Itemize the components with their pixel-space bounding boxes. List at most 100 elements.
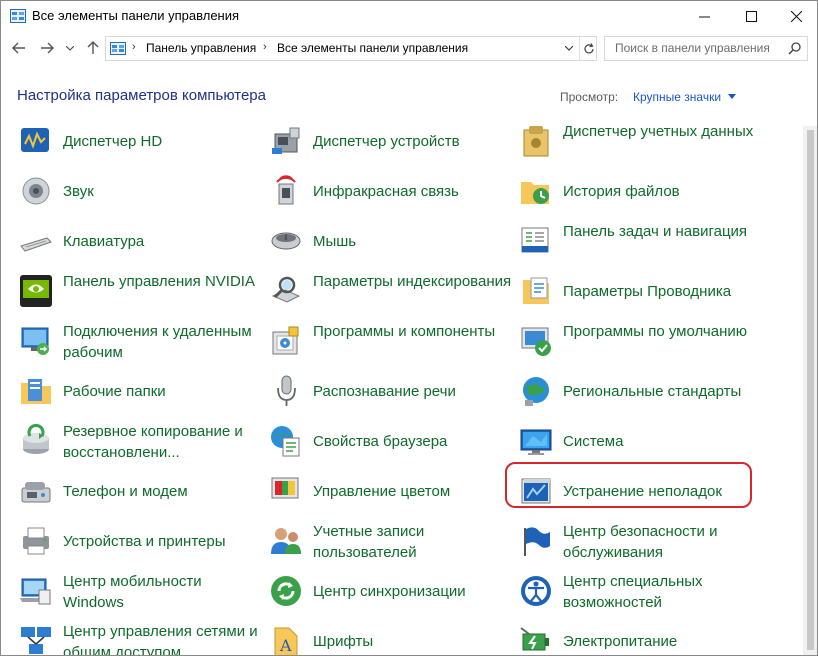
control-panel-item-label[interactable]: Распознавание речи [313,381,513,402]
refresh-button[interactable] [579,37,597,60]
credential-manager-icon [523,126,549,157]
control-panel-item-label[interactable]: Рабочие папки [63,381,263,402]
recent-locations-button[interactable] [63,37,77,59]
control-panel-item-label[interactable]: Клавиатура [63,231,263,252]
control-panel-item-label[interactable]: Региональные стандарты [563,381,763,402]
control-panel-item-label[interactable]: Резервное копирование и восстановлени... [63,421,263,463]
control-panel-item-label[interactable]: Панель управления NVIDIA [63,271,263,292]
control-panel-item[interactable]: Устройства и принтеры [19,517,259,565]
control-panel-item-label[interactable]: Система [563,431,763,452]
breadcrumb-all-items[interactable]: Все элементы панели управления [277,41,468,55]
infrared-icon [276,175,296,205]
control-panel-item[interactable]: Учетные записи пользователей [269,517,509,565]
control-panel-item-label[interactable]: Диспетчер учетных данных [563,126,763,142]
control-panel-item-label[interactable]: Диспетчер HD [63,131,263,152]
control-panel-item-label[interactable]: Параметры Проводника [563,281,763,302]
dropdown-arrow-icon[interactable] [728,94,736,99]
control-panel-item[interactable]: Инфракрасная связь [269,167,509,215]
explorer-options-icon [523,277,549,304]
fonts-icon: A [274,627,298,655]
control-panel-item[interactable]: Центр управления сетями и общим доступом [19,617,259,655]
control-panel-item-label[interactable]: Диспетчер устройств [313,131,513,152]
control-panel-item-label[interactable]: Центр безопасности и обслуживания [563,521,763,563]
system-icon [520,429,552,455]
control-panel-item[interactable]: История файлов [519,167,759,215]
control-panel-item-label[interactable]: Шрифты [313,631,513,652]
control-panel-item[interactable]: Резервное копирование и восстановлени... [19,417,259,465]
arrow-up-icon [87,41,99,54]
control-panel-item[interactable]: Панель управления NVIDIA [19,267,259,315]
maximize-button[interactable] [728,1,774,31]
mouse-icon [271,232,301,250]
control-panel-icon [10,9,26,23]
control-panel-item-label[interactable]: Устранение неполадок [563,481,763,502]
control-panel-item-label[interactable]: Мышь [313,231,513,252]
control-panel-item[interactable]: Панель задач и навигация [519,217,759,265]
programs-icon [272,326,299,355]
control-panel-item[interactable]: Клавиатура [19,217,259,265]
control-panel-item-label[interactable]: Устройства и принтеры [63,531,263,552]
breadcrumb-control-panel[interactable]: Панель управления [146,41,256,55]
troubleshooting-icon [521,478,551,504]
control-panel-item[interactable]: Программы и компоненты [269,317,509,365]
control-panel-item[interactable]: Центр безопасности и обслуживания [519,517,759,565]
control-panel-item[interactable]: Диспетчер HD [19,126,259,165]
control-panel-item-label[interactable]: Звук [63,181,263,202]
scrollbar-thumb[interactable] [807,130,814,650]
search-icon[interactable] [788,41,802,55]
control-panel-item[interactable]: Мышь [269,217,509,265]
address-history-button[interactable] [559,37,579,60]
control-panel-item[interactable]: Распознавание речи [269,367,509,415]
close-button[interactable] [773,1,817,31]
control-panel-item[interactable]: Свойства браузера [269,417,509,465]
control-panel-item[interactable]: Электропитание [519,617,759,655]
internet-options-icon [271,426,300,457]
control-panel-item[interactable]: Диспетчер устройств [269,126,509,165]
control-panel-item[interactable]: Управление цветом [269,467,509,515]
control-panel-item-label[interactable]: Инфракрасная связь [313,181,513,202]
device-manager-icon [272,127,300,154]
network-center-icon [21,627,51,654]
control-panel-item[interactable]: Устранение неполадок [519,467,759,515]
control-panel-item[interactable]: Рабочие папки [19,367,259,415]
control-panel-item-label[interactable]: Программы и компоненты [313,321,513,342]
control-panel-item[interactable]: Телефон и модем [19,467,259,515]
control-panel-item[interactable]: Звук [19,167,259,215]
vertical-scrollbar[interactable] [803,126,817,655]
control-panel-item[interactable]: A Шрифты [269,617,509,655]
control-panel-item-label[interactable]: Учетные записи пользователей [313,521,513,563]
control-panel-item[interactable]: Центр специальных возможностей [519,567,759,615]
forward-button[interactable] [37,37,57,59]
control-panel-item-label[interactable]: Центр мобильности Windows [63,571,263,613]
up-button[interactable] [83,37,103,59]
speaker-icon [22,177,50,205]
control-panel-item-label[interactable]: Параметры индексирования [313,271,513,292]
control-panel-item[interactable]: Центр мобильности Windows [19,567,259,615]
control-panel-item[interactable]: Параметры индексирования [269,267,511,315]
control-panel-item[interactable]: Программы по умолчанию [519,317,759,365]
minimize-button[interactable] [681,1,727,31]
back-button[interactable] [9,37,29,59]
control-panel-item[interactable]: Диспетчер учетных данных [519,126,759,165]
control-panel-item-label[interactable]: Программы по умолчанию [563,321,763,342]
control-panel-item-label[interactable]: Панель задач и навигация [563,221,763,242]
control-panel-item-label[interactable]: Свойства браузера [313,431,513,452]
page-title: Настройка параметров компьютера [17,87,266,104]
control-panel-item-label[interactable]: Телефон и модем [63,481,263,502]
view-mode-dropdown[interactable]: Крупные значки [633,90,721,104]
address-bar[interactable]: › Панель управления › Все элементы панел… [105,36,597,61]
control-panel-item-label[interactable]: Центр специальных возможностей [563,571,763,613]
control-panel-item-label[interactable]: Центр синхронизации [313,581,513,602]
search-box[interactable]: Поиск в панели управления [604,36,808,61]
control-panel-item[interactable]: Региональные стандарты [519,367,759,415]
control-panel-item[interactable]: Параметры Проводника [519,267,759,315]
chevron-down-icon [565,46,573,51]
control-panel-item-label[interactable]: История файлов [563,181,763,202]
control-panel-item[interactable]: Подключения к удаленным рабочим [19,317,259,365]
control-panel-item-label[interactable]: Управление цветом [313,481,513,502]
control-panel-item[interactable]: Центр синхронизации [269,567,509,615]
control-panel-item[interactable]: Система [519,417,759,465]
control-panel-item-label[interactable]: Подключения к удаленным рабочим [63,321,263,363]
control-panel-item-label[interactable]: Электропитание [563,631,763,652]
control-panel-item-label[interactable]: Центр управления сетями и общим доступом [63,621,263,655]
